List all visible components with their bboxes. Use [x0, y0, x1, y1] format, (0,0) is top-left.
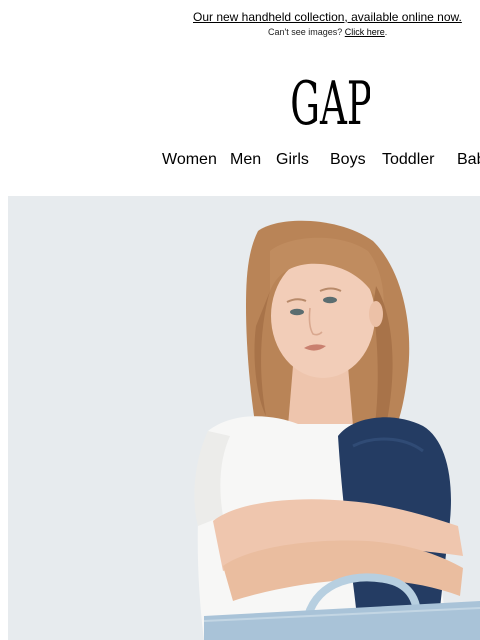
nav-baby[interactable]: Bab: [457, 151, 480, 169]
email-page: Our new handheld collection, available o…: [0, 0, 480, 640]
nav-boys[interactable]: Boys: [330, 151, 366, 169]
click-here-link[interactable]: Click here: [345, 27, 385, 37]
nav-girls[interactable]: Girls: [276, 151, 309, 169]
promo-link[interactable]: Our new handheld collection, available o…: [193, 10, 462, 24]
hero-image[interactable]: [8, 196, 480, 640]
nav-toddler[interactable]: Toddler: [382, 151, 434, 169]
nav-men[interactable]: Men: [230, 151, 261, 169]
nav-women[interactable]: Women: [162, 151, 217, 169]
cant-see-label: Can't see images?: [268, 27, 343, 37]
period: .: [384, 27, 388, 37]
gap-logo[interactable]: GAP: [292, 68, 370, 130]
main-nav: Women Men Girls Boys Toddler Bab: [0, 151, 480, 173]
hero-illustration: [8, 196, 480, 640]
cant-see-images-text: Can't see images? Click here.: [268, 27, 387, 37]
gap-logo-text: GAP: [292, 69, 370, 130]
